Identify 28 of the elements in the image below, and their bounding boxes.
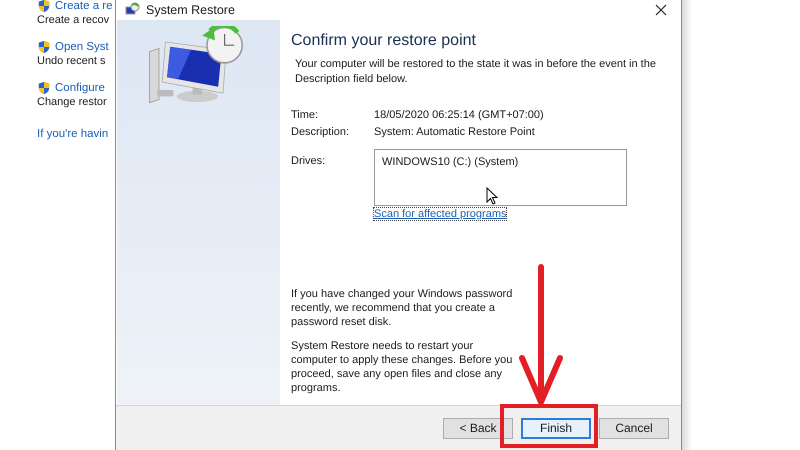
task-description: Create a recov	[37, 14, 110, 26]
note-text: If you have changed your Windows password recently, we recommend that you create a password reset disk.	[291, 287, 513, 329]
shield-icon	[37, 0, 51, 13]
task-link[interactable]: Configure	[55, 82, 105, 94]
wizard-button[interactable]: Finish	[521, 418, 591, 438]
drive-item[interactable]: WINDOWS10 (C:) (System)	[382, 156, 518, 168]
drives-list[interactable]: WINDOWS10 (C:) (System)	[374, 149, 627, 206]
task-link[interactable]: Open Syst	[55, 41, 109, 53]
wizard-button[interactable]: < Back	[443, 418, 513, 438]
wizard-button[interactable]: Cancel	[599, 418, 669, 438]
detail-value: System: Automatic Restore Point	[374, 126, 535, 138]
scan-link[interactable]: Scan for affected programs	[374, 208, 506, 220]
task-description: Change restor	[37, 96, 108, 108]
task-description: Undo recent s	[37, 55, 106, 67]
task-link[interactable]: Create a re	[55, 0, 113, 12]
help-link[interactable]: If you're havin	[37, 128, 115, 140]
detail-label: Time:	[291, 109, 320, 121]
close-icon[interactable]	[655, 4, 667, 16]
shield-icon	[37, 40, 51, 54]
note-text: System Restore needs to restart your computer to apply these changes. Before you proceed, save any open files and close any programs.	[291, 339, 513, 395]
detail-label: Description:	[291, 126, 350, 138]
drives-label: Drives:	[291, 155, 326, 169]
window-title: System Restore	[146, 3, 235, 17]
shield-icon	[37, 81, 51, 95]
intro-text: Your computer will be restored to the state it was in before the event in the Description field below.	[295, 57, 657, 87]
detail-value: 18/05/2020 06:25:14 (GMT+07:00)	[374, 109, 544, 121]
heading: Confirm your restore point	[291, 32, 477, 50]
mouse-cursor-icon	[486, 187, 498, 205]
